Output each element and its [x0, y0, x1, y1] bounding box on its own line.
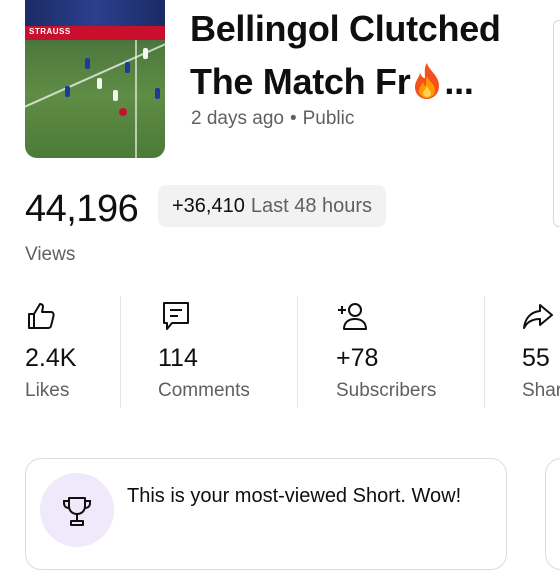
- shares-value: 55: [522, 344, 550, 372]
- pitch-line: [135, 40, 137, 158]
- video-thumbnail[interactable]: STRAUSS: [25, 0, 165, 158]
- views-label: Views: [25, 244, 76, 265]
- stat-divider: [484, 296, 485, 408]
- trophy-badge: [40, 473, 114, 547]
- video-title-line2: The Match Fr: [190, 61, 411, 102]
- thumbnail-banner-text: STRAUSS: [29, 27, 71, 36]
- views-period: Last 48 hours: [250, 194, 373, 217]
- comment-icon: [163, 302, 189, 330]
- player: [119, 108, 127, 116]
- visibility-status: Public: [302, 108, 355, 129]
- stat-likes[interactable]: 2.4K Likes: [25, 296, 120, 408]
- player: [85, 58, 90, 69]
- video-title-line1: Bellingol Clutched: [190, 8, 501, 49]
- next-insight-card[interactable]: [545, 458, 560, 570]
- player: [65, 86, 70, 97]
- video-meta: 2 days ago • Public: [191, 108, 354, 130]
- stat-shares[interactable]: 55 Shar: [522, 296, 560, 408]
- stat-subscribers[interactable]: +78 Subscribers: [336, 296, 484, 408]
- subscribers-label: Subscribers: [336, 380, 437, 401]
- share-icon: [523, 304, 553, 329]
- subscribers-value: +78: [336, 344, 379, 372]
- insight-card[interactable]: This is your most-viewed Short. Wow!: [25, 458, 507, 570]
- player: [143, 48, 148, 59]
- shares-label: Shar: [522, 380, 560, 401]
- likes-label: Likes: [25, 380, 70, 401]
- stat-comments[interactable]: 114 Comments: [158, 296, 296, 408]
- likes-value: 2.4K: [25, 344, 77, 372]
- meta-separator: •: [289, 108, 297, 129]
- comments-label: Comments: [158, 380, 250, 401]
- pitch-line: [25, 33, 165, 109]
- video-title-ellipsis: ...: [444, 61, 474, 102]
- next-card-edge[interactable]: [553, 20, 560, 227]
- trophy-icon: [63, 497, 91, 526]
- upload-time: 2 days ago: [191, 108, 284, 129]
- player: [125, 62, 130, 73]
- add-person-icon: [338, 303, 367, 330]
- video-title: Bellingol Clutched The Match Fr ...: [190, 2, 540, 108]
- insight-message: This is your most-viewed Short. Wow!: [127, 485, 462, 507]
- comments-value: 114: [158, 344, 198, 372]
- views-delta: +36,410: [172, 194, 245, 217]
- player: [113, 90, 118, 101]
- thumbs-up-icon: [28, 303, 55, 329]
- views-delta-chip: +36,410 Last 48 hours: [158, 185, 387, 227]
- views-count: 44,196: [25, 188, 139, 230]
- stat-divider: [297, 296, 298, 408]
- player: [97, 78, 102, 89]
- stat-divider: [120, 296, 121, 408]
- player: [155, 88, 160, 99]
- fire-emoji-icon: [415, 63, 440, 99]
